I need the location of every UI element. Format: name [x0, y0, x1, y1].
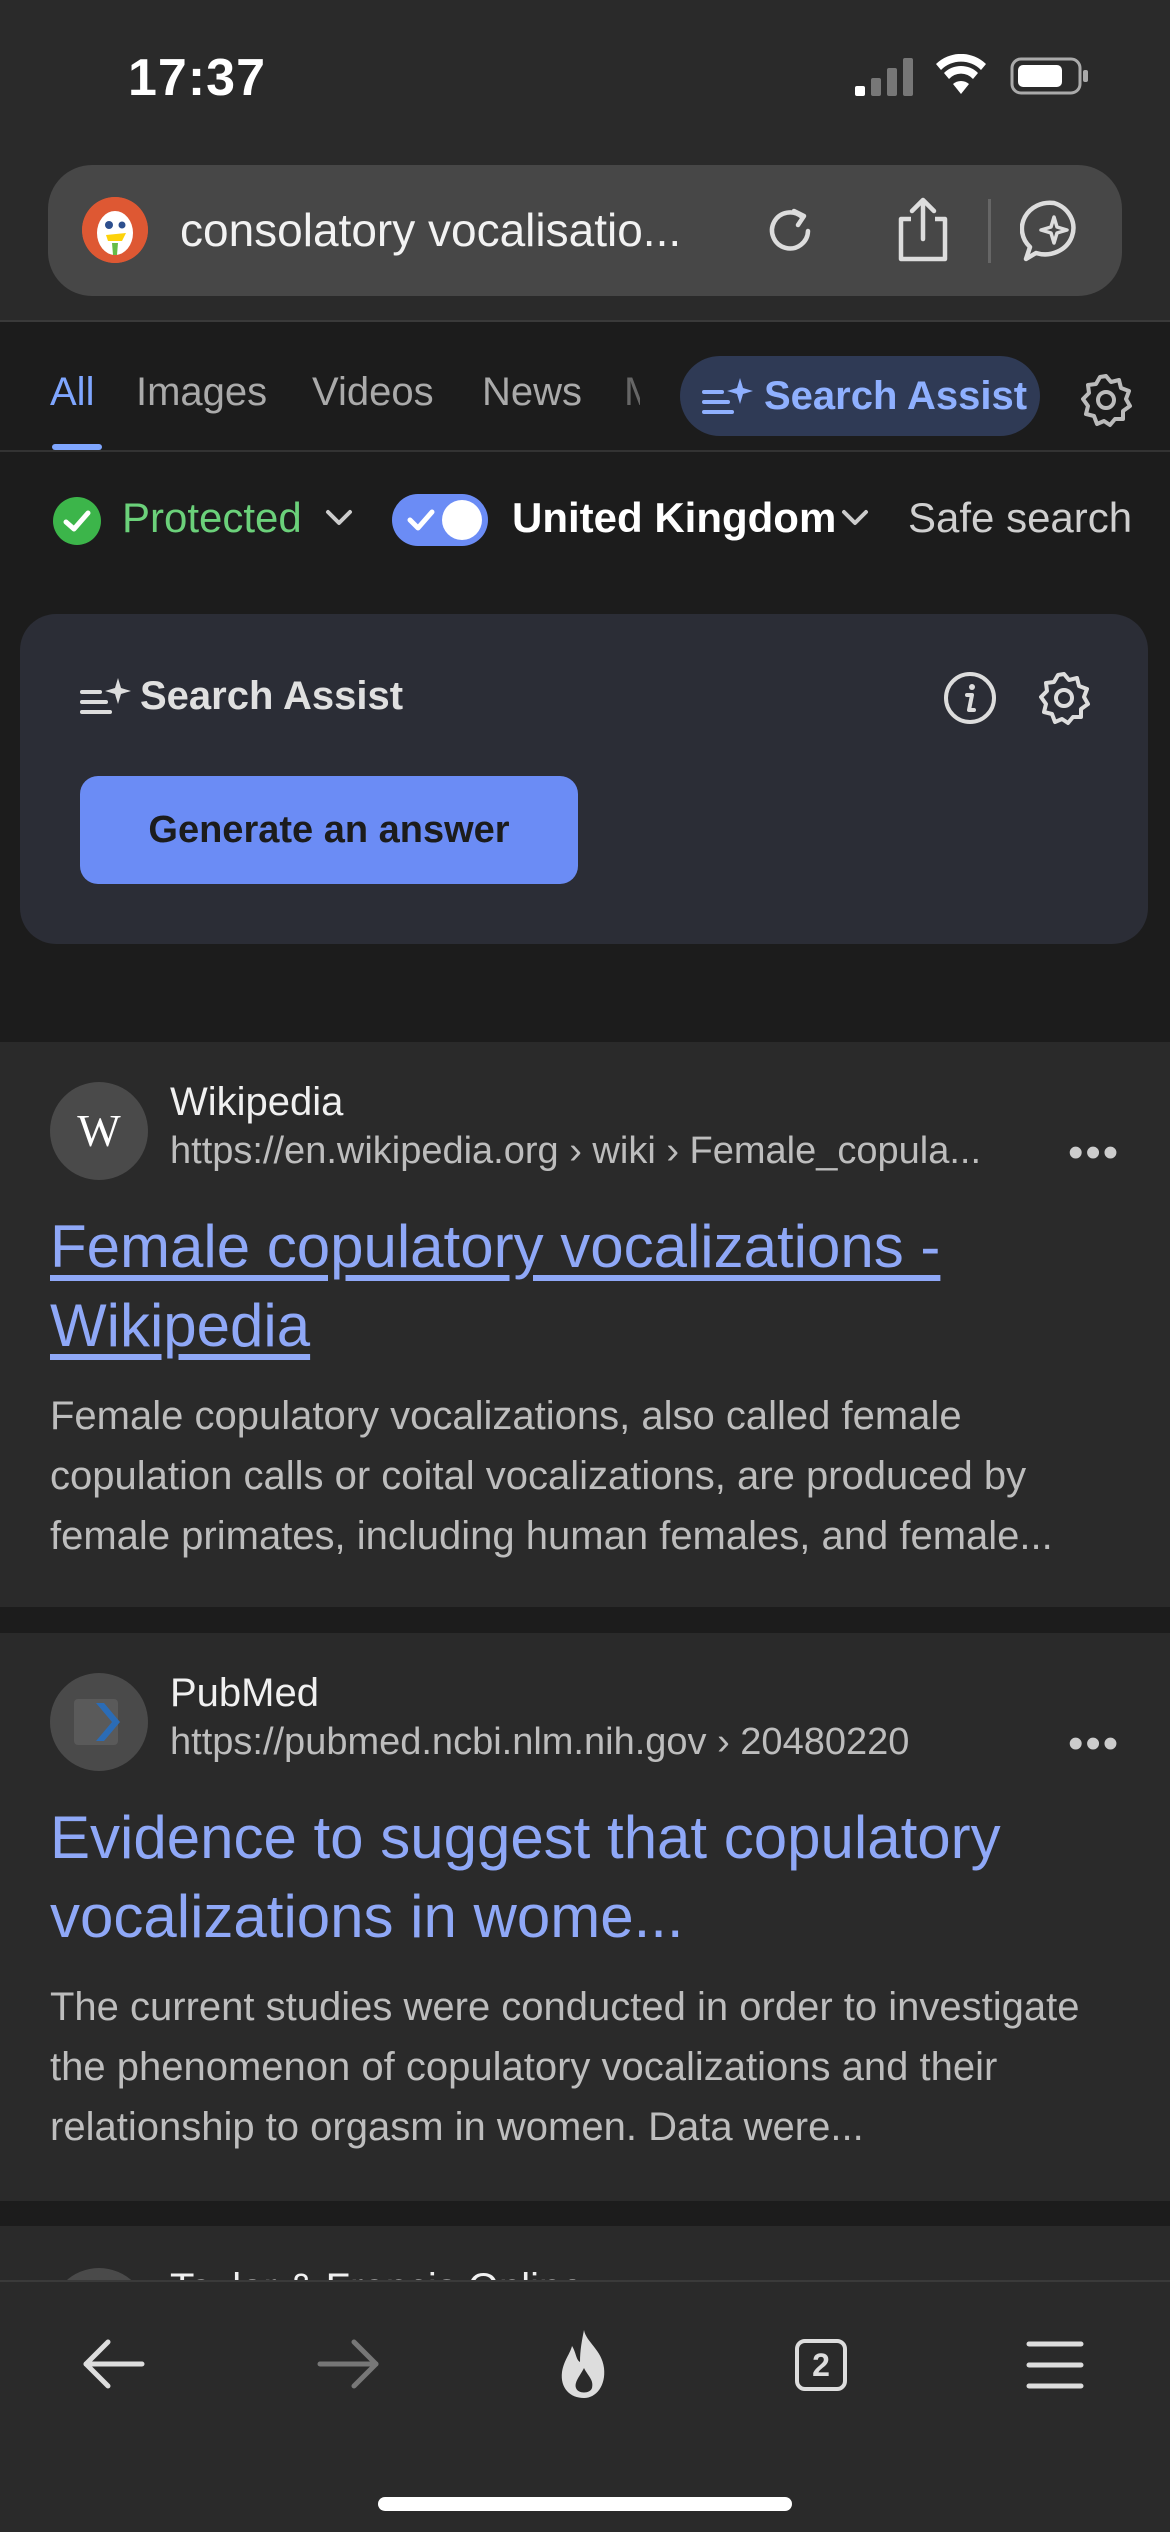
result-site-name[interactable]: PubMed — [170, 1671, 319, 1716]
search-assist-tab[interactable]: Search Assist — [680, 356, 1040, 436]
assist-settings-gear-icon[interactable] — [1036, 670, 1092, 726]
more-options-icon[interactable]: ••• — [1068, 1719, 1120, 1769]
active-tab-indicator — [52, 444, 102, 450]
battery-icon — [1010, 57, 1088, 95]
duckduckgo-logo — [82, 197, 148, 263]
bottom-toolbar: 2 — [0, 2280, 1170, 2532]
reload-icon[interactable] — [760, 201, 820, 261]
result-url[interactable]: https://pubmed.ncbi.nlm.nih.gov › 204802… — [170, 1721, 1050, 1764]
chevron-down-icon[interactable] — [322, 506, 356, 530]
search-result: W Wikipedia https://en.wikipedia.org › w… — [0, 1042, 1170, 1607]
tab-news[interactable]: News — [482, 370, 582, 415]
result-title-link[interactable]: Evidence to suggest that copulatory voca… — [50, 1798, 1110, 1956]
menu-hamburger-icon[interactable] — [1026, 2338, 1084, 2392]
home-indicator[interactable] — [378, 2497, 792, 2511]
tab-images[interactable]: Images — [136, 370, 267, 415]
info-icon[interactable] — [942, 670, 998, 726]
share-icon[interactable] — [891, 195, 955, 265]
toggle-check-icon — [407, 509, 435, 531]
browser-page: 17:37 consolatory vocalisatio... All Ima… — [0, 0, 1170, 2532]
address-bar[interactable]: consolatory vocalisatio... — [48, 165, 1122, 296]
settings-gear-icon[interactable] — [1078, 372, 1134, 428]
wifi-icon — [936, 54, 986, 94]
tab-all[interactable]: All — [50, 370, 94, 415]
search-assist-tab-label: Search Assist — [764, 374, 1028, 418]
toggle-knob — [442, 500, 482, 540]
filter-row: Protected United Kingdom Safe search — [0, 452, 1170, 582]
result-url[interactable]: https://en.wikipedia.org › wiki › Female… — [170, 1130, 1050, 1173]
forward-arrow-icon[interactable] — [316, 2334, 382, 2394]
result-snippet: Female copulatory vocalizations, also ca… — [50, 1394, 1053, 1558]
wikipedia-favicon: W — [50, 1082, 148, 1180]
search-assist-sparkle-icon — [702, 378, 753, 414]
search-result: PubMed https://pubmed.ncbi.nlm.nih.gov ›… — [0, 1633, 1170, 2201]
search-query-text[interactable]: consolatory vocalisatio... — [180, 203, 770, 257]
region-toggle[interactable] — [392, 494, 488, 546]
protected-check-icon — [53, 497, 101, 545]
safe-search-selector[interactable]: Safe search — [908, 494, 1132, 542]
search-assist-title: Search Assist — [140, 674, 404, 718]
chevron-down-icon[interactable] — [838, 506, 872, 530]
result-snippet: The current studies were conducted in or… — [50, 1985, 1080, 2149]
cellular-signal-icon — [855, 58, 913, 96]
protection-status[interactable]: Protected — [122, 494, 302, 542]
fire-clear-data-icon[interactable] — [552, 2328, 616, 2400]
search-assist-sparkle-icon — [80, 678, 131, 714]
search-assist-card: Search Assist Generate an answer — [20, 614, 1148, 944]
pubmed-favicon — [50, 1673, 148, 1771]
search-tabs: All Images Videos News M Search Assist — [0, 322, 1170, 452]
generate-answer-button[interactable]: Generate an answer — [80, 776, 578, 884]
toolbar-separator — [988, 199, 991, 263]
tab-maps-partial[interactable]: M — [624, 370, 640, 415]
region-selector[interactable]: United Kingdom — [512, 494, 836, 542]
tab-switcher-button[interactable]: 2 — [795, 2339, 847, 2391]
more-options-icon[interactable]: ••• — [1068, 1128, 1120, 1178]
back-arrow-icon[interactable] — [80, 2334, 146, 2394]
status-bar: 17:37 — [0, 0, 1170, 160]
tab-videos[interactable]: Videos — [312, 370, 434, 415]
result-site-name[interactable]: Wikipedia — [170, 1080, 343, 1125]
duck-ai-chat-icon[interactable] — [1020, 197, 1088, 265]
address-bar-container: consolatory vocalisatio... — [0, 150, 1170, 322]
search-result: Taylor & Francis Online — [0, 2226, 1170, 2286]
status-time: 17:37 — [128, 49, 266, 107]
result-title-link[interactable]: Female copulatory vocalizations - Wikipe… — [50, 1207, 1110, 1365]
